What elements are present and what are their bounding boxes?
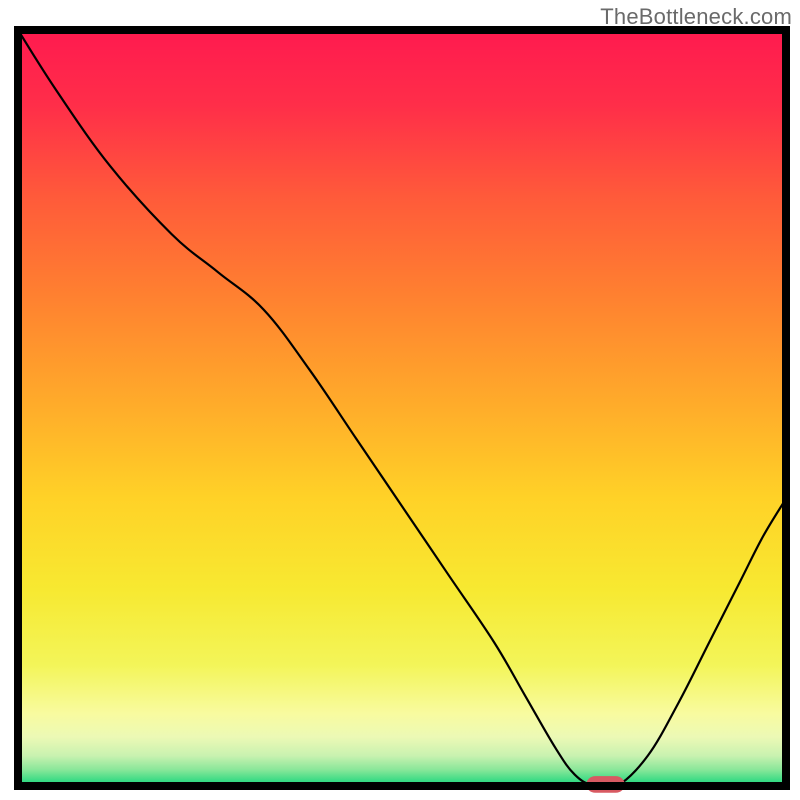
plot-background bbox=[18, 30, 786, 786]
watermark-text: TheBottleneck.com bbox=[600, 4, 792, 30]
chart-container: TheBottleneck.com bbox=[0, 0, 800, 800]
bottleneck-chart bbox=[0, 0, 800, 800]
